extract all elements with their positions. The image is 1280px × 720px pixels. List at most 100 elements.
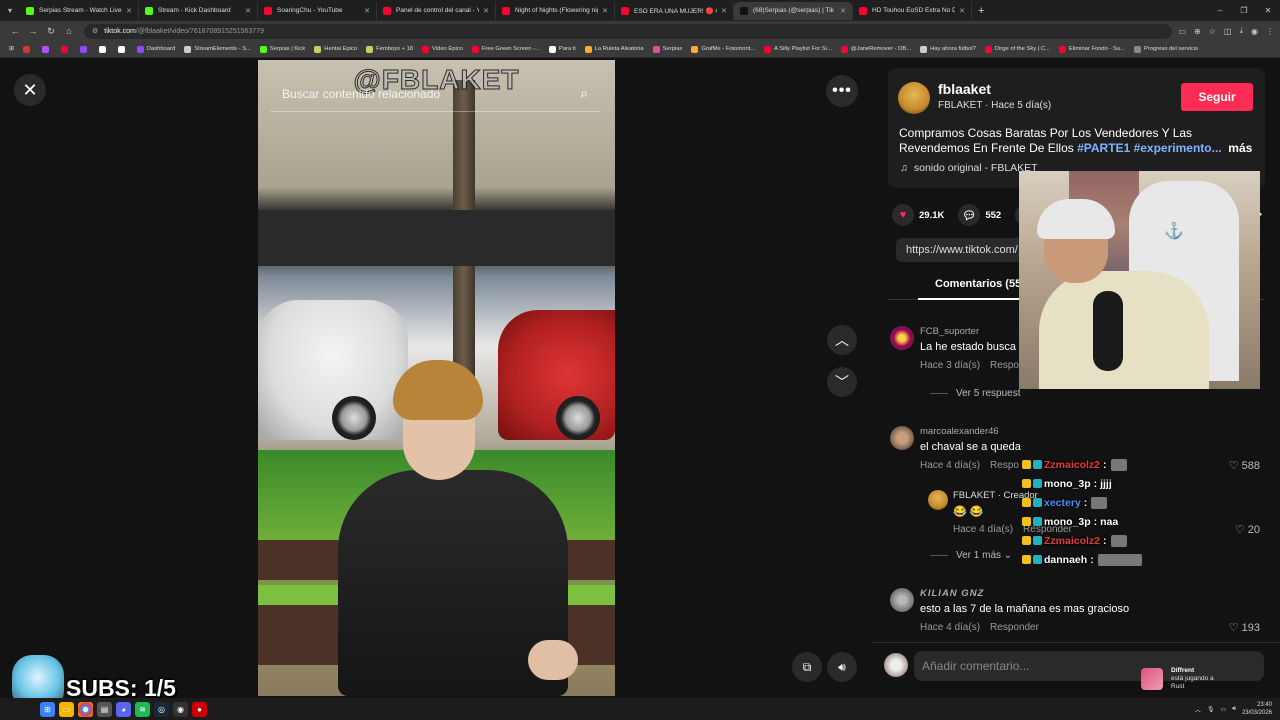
browser-tab[interactable]: ESO ERA UNA MUJER! 🔴 #m ✕ (615, 1, 734, 20)
clock[interactable]: 23:40 23/03/2026 (1242, 701, 1272, 717)
downloads-icon[interactable]: ⤓ (1239, 26, 1243, 36)
minimize-icon[interactable]: – (1208, 6, 1232, 15)
comment-button[interactable]: 💬︎ 552 (958, 204, 1001, 226)
friend-activity-popup[interactable]: Diffrent está jugando a Rust (1141, 664, 1221, 694)
obs-icon[interactable]: ◉ (173, 701, 188, 717)
author-avatar[interactable] (898, 82, 930, 114)
new-tab-button[interactable]: + (972, 5, 990, 17)
bookmark-item[interactable]: Para ti (546, 45, 579, 53)
bookmark-item[interactable]: @JaneRemover - OB... (838, 45, 914, 53)
bookmark-item[interactable]: Progreso del servicio (1131, 45, 1201, 53)
bookmark-item[interactable]: Serpias (650, 45, 686, 53)
close-tab-icon[interactable]: ✕ (364, 7, 370, 15)
start-icon[interactable]: ⊞ (40, 701, 55, 717)
close-tab-icon[interactable]: ✕ (602, 7, 608, 15)
back-icon[interactable]: ← (6, 26, 24, 36)
author-username[interactable]: fblaaket (938, 81, 991, 97)
related-search-input[interactable]: Buscar contenido relacionado ⌕ (270, 76, 600, 112)
cast-icon[interactable]: ▭ (1178, 27, 1186, 36)
discord-icon[interactable]: ◕ (116, 701, 131, 717)
bookmark-item[interactable]: Femboys + 18 (363, 45, 416, 53)
browser-tab[interactable]: Panel de control del canal - Yo ✕ (377, 1, 496, 20)
browser-tab[interactable]: Night of Nights (Flowering nig ✕ (496, 1, 615, 20)
app-icon[interactable]: ▤ (97, 701, 112, 717)
bookmark-item[interactable]: StreamElements - S... (181, 45, 254, 53)
mic-icon[interactable]: 🎙︎ (1207, 706, 1215, 713)
bookmark-item[interactable]: Video Epico (419, 45, 466, 53)
bookmark-item[interactable] (115, 45, 131, 53)
close-tab-icon[interactable]: ✕ (721, 7, 727, 15)
view-more-replies-button[interactable]: Ver 1 más ⌄ (930, 550, 1012, 561)
close-tab-icon[interactable]: ✕ (840, 7, 846, 15)
browser-tab[interactable]: HD Touhou EoSD Extra No De ✕ (853, 1, 972, 20)
reply-button[interactable]: Respo (990, 360, 1019, 371)
app-icon[interactable]: ● (192, 701, 207, 717)
next-video-button[interactable]: ﹀ (827, 367, 857, 397)
comment-like[interactable]: ♡ 193 (1229, 621, 1260, 634)
bookmark-item[interactable]: A Silly Playlist For Si... (761, 45, 835, 53)
commenter-name[interactable]: KILIAN GNZ (920, 588, 984, 599)
restore-icon[interactable]: ❐ (1232, 6, 1256, 15)
browser-menu-icon[interactable]: ⋮ (1266, 27, 1274, 36)
more-options-button[interactable]: ••• (826, 75, 858, 107)
search-icon[interactable]: ⌕ (580, 85, 588, 102)
bookmark-item[interactable]: GrafMe - Fotomont... (688, 45, 758, 53)
browser-tab[interactable]: Stream - Kick Dashboard ✕ (139, 1, 258, 20)
tab-comments[interactable]: Comentarios (55 (935, 278, 1021, 290)
close-tab-icon[interactable]: ✕ (245, 7, 251, 15)
close-video-button[interactable]: ✕ (14, 74, 46, 106)
reply-button[interactable]: Respo (990, 460, 1019, 471)
network-icon[interactable]: ▭ (1221, 706, 1227, 713)
commenter-avatar[interactable] (890, 326, 914, 350)
previous-video-button[interactable]: ︿ (827, 325, 857, 355)
close-window-icon[interactable]: ✕ (1256, 6, 1280, 15)
tab-search-icon[interactable]: ▾ (0, 0, 20, 21)
site-info-icon[interactable]: ⚙ (92, 27, 98, 35)
browser-tab[interactable]: SoaringChu - YouTube ✕ (258, 1, 377, 20)
extensions-icon[interactable]: ◫ (1224, 27, 1232, 36)
commenter-name[interactable]: marcoalexander46 (920, 426, 999, 437)
close-tab-icon[interactable]: ✕ (483, 7, 489, 15)
bookmark-item[interactable]: Serpias | Kick (257, 45, 308, 53)
reply-button[interactable]: Responder (990, 622, 1039, 633)
chrome-icon[interactable] (78, 701, 93, 717)
bookmark-item[interactable]: Hay ahora fútbol? (917, 45, 979, 53)
bookmark-item[interactable] (20, 45, 36, 53)
commenter-name[interactable]: FCB_suporter (920, 326, 979, 337)
bookmark-item[interactable] (77, 45, 93, 53)
close-tab-icon[interactable]: ✕ (126, 7, 132, 15)
speaker-icon[interactable]: 🔊︎ (1232, 706, 1236, 713)
follow-button[interactable]: Seguir (1181, 83, 1253, 111)
volume-icon[interactable]: 🔊︎ (827, 652, 857, 682)
tray-chevron-icon[interactable]: ︿ (1195, 705, 1201, 714)
zoom-icon[interactable]: ⊕ (1194, 27, 1201, 36)
hashtag-link[interactable]: #experimento... (1134, 141, 1222, 155)
profile-icon[interactable]: ◉ (1251, 27, 1258, 36)
hashtag-link[interactable]: #PARTE1 (1077, 141, 1130, 155)
view-replies-button[interactable]: Ver 5 respuest (930, 388, 1020, 399)
bookmark-item[interactable]: La Ruleta Aleatoria (582, 45, 647, 53)
steam-icon[interactable]: ◎ (154, 701, 169, 717)
bookmark-item[interactable]: Free Green Screen -... (469, 45, 543, 53)
comment-like[interactable]: ♡ 20 (1235, 523, 1260, 536)
forward-icon[interactable]: → (24, 26, 42, 36)
file-explorer-icon[interactable]: ▭ (59, 701, 74, 717)
reload-icon[interactable]: ↻ (42, 26, 60, 37)
commenter-avatar[interactable] (890, 588, 914, 612)
browser-tab[interactable]: Serpias Stream - Watch Live on ✕ (20, 1, 139, 20)
bookmark-star-icon[interactable]: ☆ (1209, 27, 1216, 36)
bookmark-item[interactable] (39, 45, 55, 53)
video-player[interactable]: @FBLAKET Buscar contenido relacionado ⌕ (258, 60, 615, 696)
bookmark-item[interactable]: Dirge of the Sky | C... (982, 45, 1053, 53)
music-link[interactable]: ♫ sonido original - FBLAKET (900, 162, 1038, 174)
bookmark-item[interactable] (96, 45, 112, 53)
apps-icon[interactable]: ⊞ (6, 46, 17, 52)
bookmark-item[interactable]: Hentai Epico (311, 45, 360, 53)
show-more-link[interactable]: más (1228, 141, 1252, 155)
close-tab-icon[interactable]: ✕ (959, 7, 965, 15)
bookmark-item[interactable]: Dashboard (134, 45, 178, 53)
floating-player-icon[interactable]: ⧉ (792, 652, 822, 682)
url-field[interactable]: ⚙ tiktok.com/@fblaaket/video/76187089152… (84, 23, 1173, 39)
like-button[interactable]: ♥ 29.1K (892, 204, 944, 226)
bookmark-item[interactable] (58, 45, 74, 53)
